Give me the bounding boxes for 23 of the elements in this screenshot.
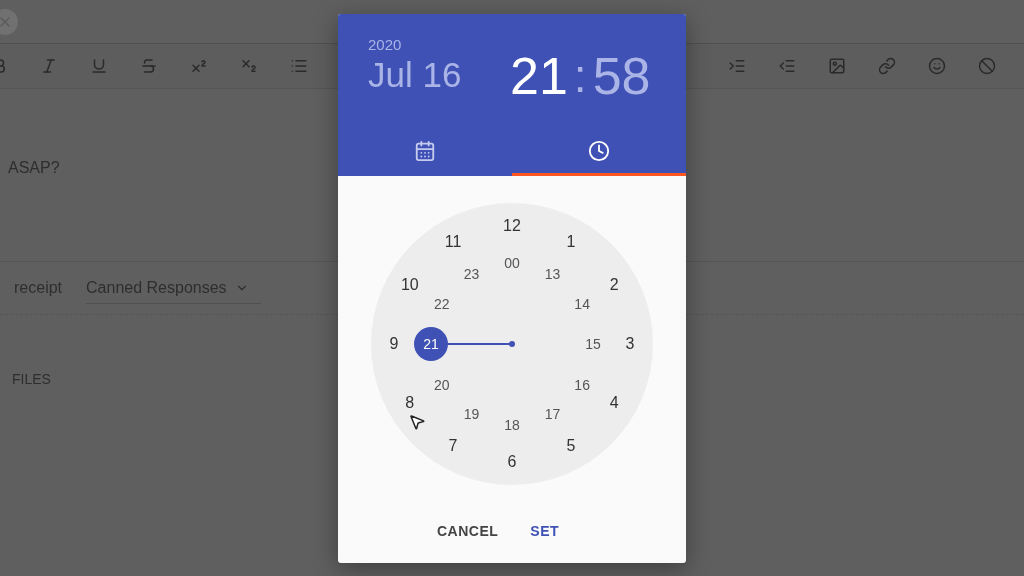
- clock-number[interactable]: 10: [392, 268, 427, 302]
- cancel-button[interactable]: CANCEL: [424, 513, 511, 549]
- mouse-pointer-icon: [408, 413, 426, 431]
- clock-number[interactable]: 9: [377, 327, 411, 361]
- time-separator: :: [573, 49, 587, 103]
- calendar-icon: [414, 139, 436, 162]
- clock-number[interactable]: 2: [597, 268, 632, 302]
- clock-number[interactable]: 00: [495, 246, 529, 280]
- clock-number[interactable]: 1: [554, 224, 588, 259]
- clock-number[interactable]: 4: [597, 386, 632, 420]
- clock-icon: [588, 139, 610, 162]
- hour-text[interactable]: 21: [510, 46, 568, 106]
- clock-number[interactable]: 5: [554, 429, 588, 464]
- clock-number[interactable]: 21: [414, 327, 448, 361]
- clock-number[interactable]: 12: [495, 209, 529, 243]
- clock-number[interactable]: 18: [495, 408, 529, 442]
- clock-number[interactable]: 3: [613, 327, 647, 361]
- clock-number[interactable]: 6: [495, 445, 529, 479]
- clock-number[interactable]: 7: [436, 429, 470, 464]
- set-button[interactable]: SET: [518, 513, 572, 549]
- clock-number[interactable]: 11: [436, 224, 470, 259]
- year-text[interactable]: 2020: [368, 36, 510, 53]
- clock-number[interactable]: 15: [576, 327, 610, 361]
